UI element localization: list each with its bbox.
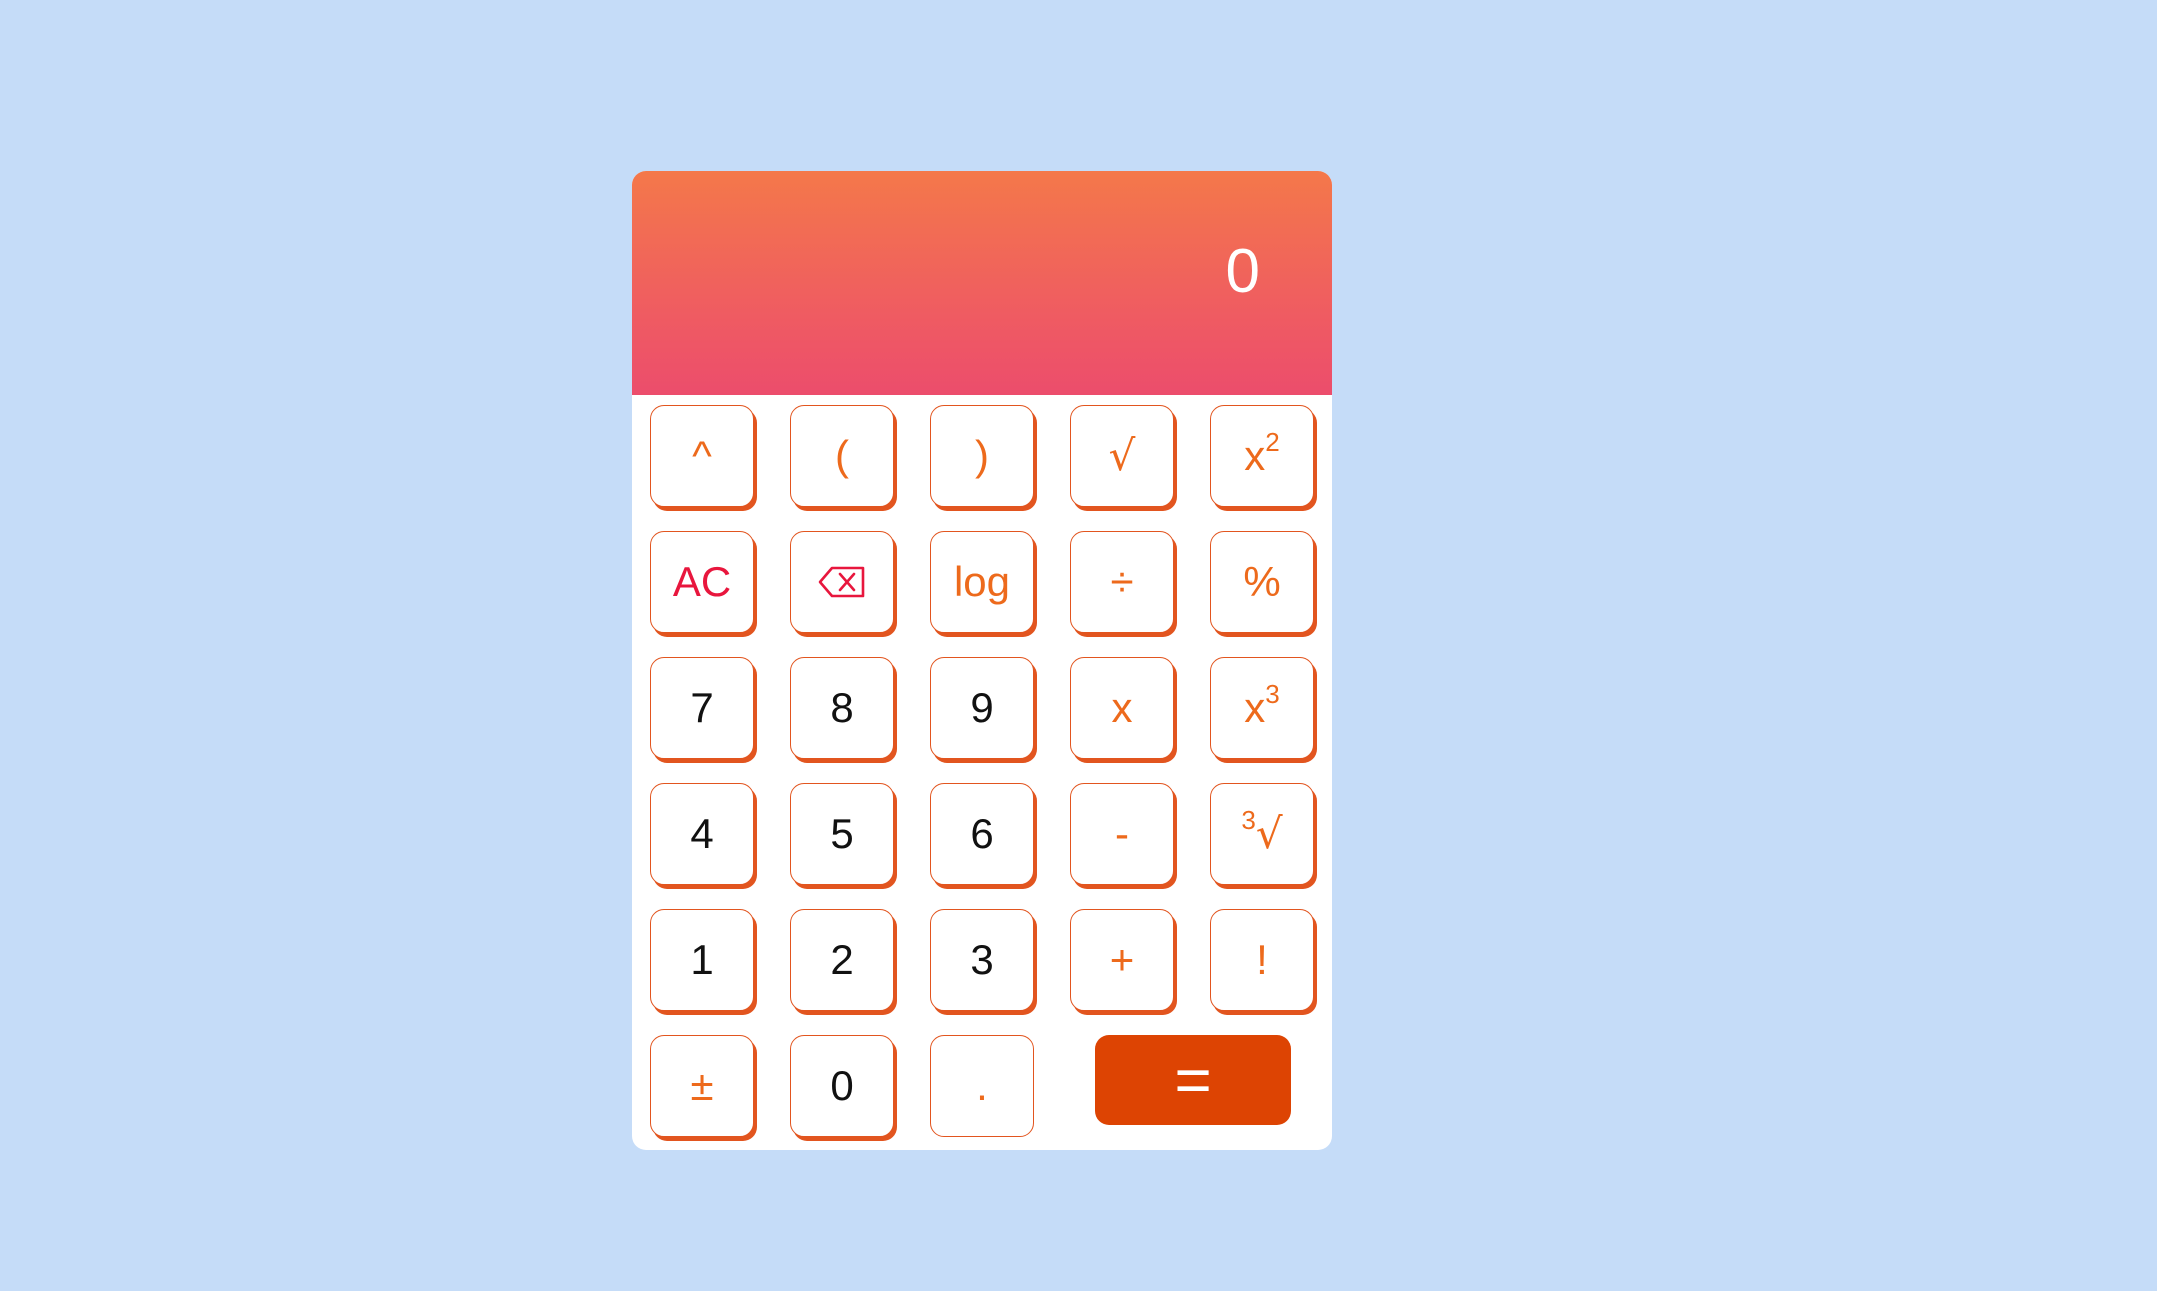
close-paren-button[interactable]: ) [930, 405, 1034, 507]
cube-root-sign: √ [1255, 809, 1283, 858]
five-button[interactable]: 5 [790, 783, 894, 885]
plus-button[interactable]: + [1070, 909, 1174, 1011]
square-exponent: 2 [1265, 426, 1280, 457]
percent-button[interactable]: % [1210, 531, 1314, 633]
zero-button[interactable]: 0 [790, 1035, 894, 1137]
equals-button[interactable]: = [1095, 1035, 1291, 1125]
decimal-button[interactable]: . [930, 1035, 1034, 1137]
backspace-icon [818, 566, 865, 598]
display-value: 0 [1225, 237, 1260, 306]
square-button[interactable]: x2 [1210, 405, 1314, 507]
square-base: x [1244, 432, 1266, 479]
cube-root-index: 3 [1241, 804, 1256, 835]
factorial-button[interactable]: ! [1210, 909, 1314, 1011]
plus-minus-button[interactable]: ± [650, 1035, 754, 1137]
two-button[interactable]: 2 [790, 909, 894, 1011]
clear-button[interactable]: AC [650, 531, 754, 633]
multiply-button[interactable]: x [1070, 657, 1174, 759]
minus-button[interactable]: - [1070, 783, 1174, 885]
three-button[interactable]: 3 [930, 909, 1034, 1011]
cube-base: x [1244, 684, 1266, 731]
display: 0 [632, 171, 1332, 395]
seven-button[interactable]: 7 [650, 657, 754, 759]
eight-button[interactable]: 8 [790, 657, 894, 759]
nine-button[interactable]: 9 [930, 657, 1034, 759]
backspace-button[interactable] [790, 531, 894, 633]
cube-button[interactable]: x3 [1210, 657, 1314, 759]
divide-button[interactable]: ÷ [1070, 531, 1174, 633]
cube-exponent: 3 [1265, 678, 1280, 709]
four-button[interactable]: 4 [650, 783, 754, 885]
six-button[interactable]: 6 [930, 783, 1034, 885]
calculator: 0 ^ ( ) √ x2 AC log ÷ % 7 8 9 x x3 4 5 6… [632, 171, 1332, 1150]
cube-root-button[interactable]: 3 √ [1210, 783, 1314, 885]
one-button[interactable]: 1 [650, 909, 754, 1011]
sqrt-button[interactable]: √ [1070, 405, 1174, 507]
log-button[interactable]: log [930, 531, 1034, 633]
power-button[interactable]: ^ [650, 405, 754, 507]
open-paren-button[interactable]: ( [790, 405, 894, 507]
